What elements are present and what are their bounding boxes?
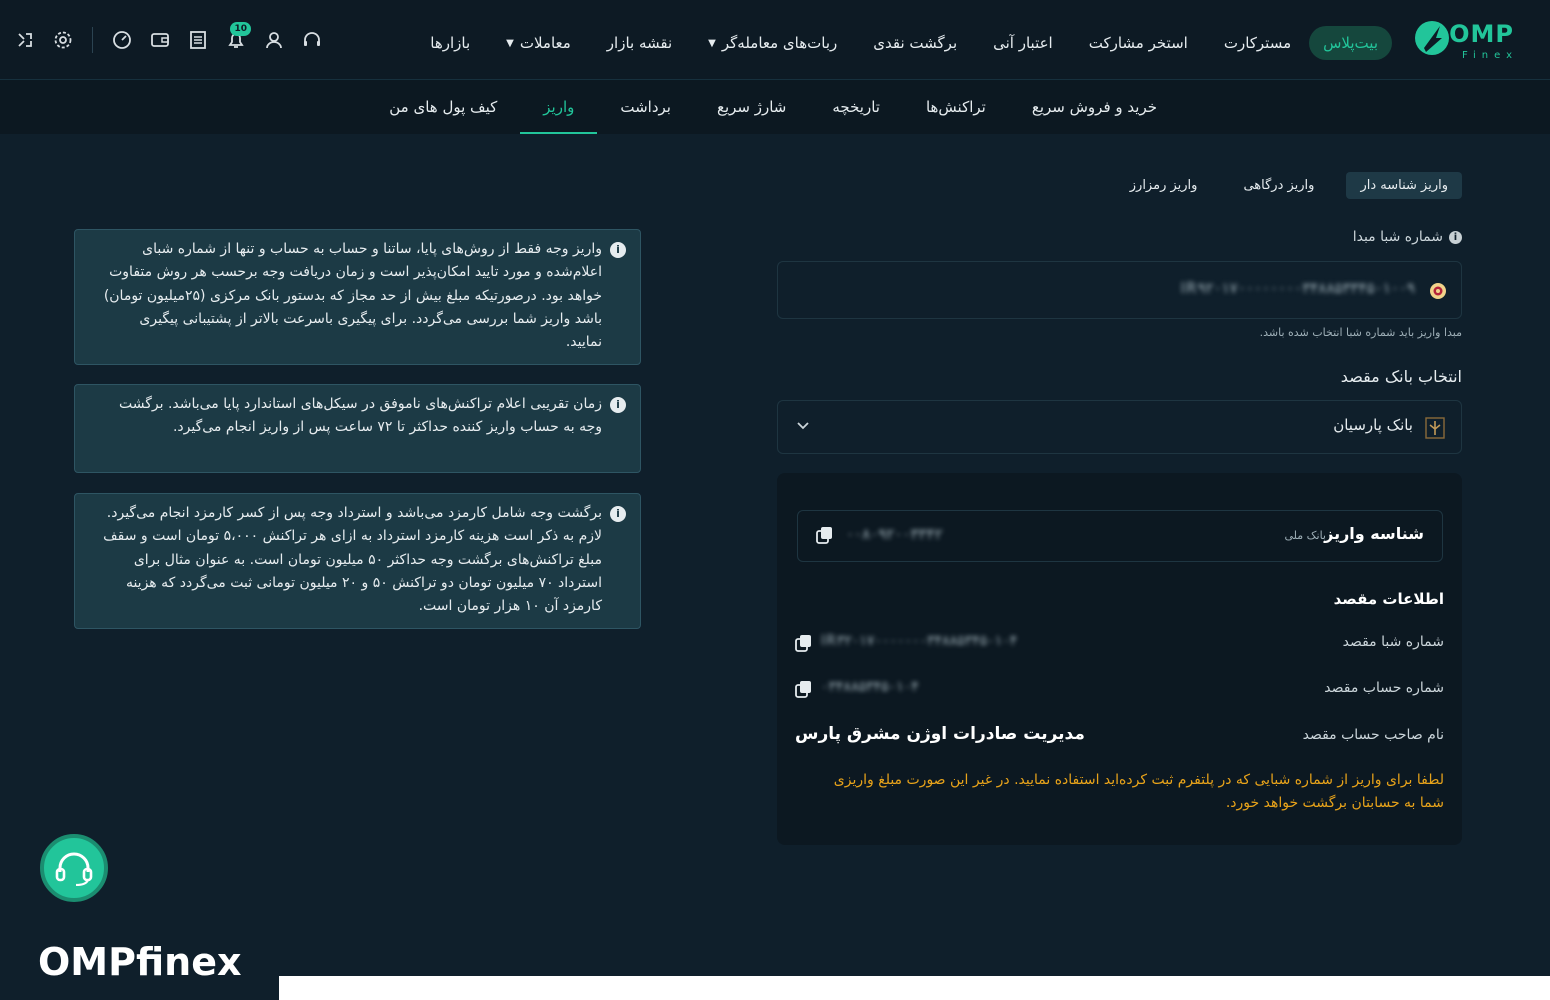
notification-bell-icon[interactable]: 10 (217, 22, 255, 56)
parsian-bank-icon (1425, 417, 1445, 439)
notification-badge: 10 (230, 22, 251, 36)
sub-nav: کیف پول های من واریز برداشت شارژ سریع تاریخچ… (0, 80, 1550, 134)
main-nav-item[interactable]: معاملات ▼ (488, 34, 589, 52)
deposit-id-box: شناسه واریز بانک ملی ۰۰۸۰۹۲۰۰۳۳۴۲ (797, 510, 1443, 562)
source-hint: مبدا واریز باید شماره شبا انتخاب شده باش… (1259, 326, 1462, 339)
dest-bank-value: بانک پارسیان (1333, 416, 1413, 434)
deposit-method-tab[interactable]: واریز درگاهی (1229, 172, 1328, 199)
main-nav-item[interactable]: اعتبار آنی (975, 34, 1071, 52)
bottom-white-bar (279, 976, 1550, 1000)
headset-support-icon[interactable] (293, 24, 331, 56)
source-sheba-select[interactable]: IR۹۲۰۱۷۰۰۰۰۰۰۰۰۳۴۸۸۵۳۳۴۵۰۱۰۰۹ (777, 261, 1462, 319)
main-nav-label: مسترکارت (1223, 34, 1292, 52)
source-sheba-label: شماره شبا مبدا (1352, 229, 1443, 245)
main-nav-label: معاملات (519, 34, 571, 52)
deposit-id-card: شناسه واریز بانک ملی ۰۰۸۰۹۲۰۰۳۳۴۲ اطلاعا… (777, 473, 1462, 845)
main-nav-label: اعتبار آنی (993, 34, 1053, 52)
sub-tab[interactable]: شارژ سریع (694, 80, 809, 134)
notice-text: برگشت وجه شامل کارمزد می‌باشد و استرداد … (103, 505, 602, 615)
brand-watermark: OMPfinex (38, 940, 241, 984)
dest-sheba-label: شماره شبا مقصد (1342, 634, 1444, 650)
dest-bank-label: انتخاب بانک مقصد (1340, 367, 1462, 386)
headset-icon (55, 852, 93, 886)
sub-tabs: کیف پول های من واریز برداشت شارژ سریع تاریخچ… (366, 80, 1180, 134)
dest-account-value: ۰۳۴۸۸۵۳۴۵۰۱۰۴ (821, 679, 919, 695)
copy-icon[interactable] (795, 634, 813, 652)
deposit-id-value: ۰۰۸۰۹۲۰۰۳۳۴۲ (846, 525, 943, 543)
notice-text: زمان تقریبی اعلام تراکنش‌های ناموفق در س… (118, 396, 602, 436)
dest-account-label: شماره حساب مقصد (1324, 680, 1444, 696)
warning-text: لطفا برای واریز از شماره شبایی که در پلت… (833, 772, 1444, 811)
header-icons: 10 (6, 22, 331, 56)
notice-box: i برگشت وجه شامل کارمزد می‌باشد و استردا… (74, 493, 641, 629)
main-nav-label: استخر مشارکت (1088, 34, 1188, 52)
main-nav-label: ربات‌های معامله‌گر (721, 34, 838, 52)
dest-sheba-value: IR۳۲۰۱۷۰۰۰۰۰۰۰۳۴۸۸۵۳۴۵۰۱۰۴ (821, 633, 1018, 649)
info-icon: i (610, 506, 626, 522)
main-nav-item[interactable]: استخر مشارکت (1071, 34, 1206, 52)
main-nav-item[interactable]: ربات‌های معامله‌گر ▼ (690, 34, 855, 52)
main-nav: بازارها معاملات ▼ نقشه بازار ربات‌های معامله… (412, 26, 1398, 60)
deposit-method-tab[interactable]: واریز رمزارز (1116, 172, 1212, 199)
dest-owner-value: مدیریت صادرات اوژن مشرق پارس (795, 724, 1085, 744)
deposit-id-bank: بانک ملی (1284, 529, 1326, 542)
main-nav-label: بازارها (430, 34, 471, 52)
wallet-icon[interactable] (141, 24, 179, 56)
receipt-icon[interactable] (179, 24, 217, 56)
sub-tab[interactable]: برداشت (597, 80, 694, 134)
settings-gear-icon[interactable] (44, 24, 82, 56)
caret-down-icon: ▼ (506, 37, 514, 49)
notice-box: i زمان تقریبی اعلام تراکنش‌های ناموفق در… (74, 384, 641, 473)
logo-sub: Finex (1461, 50, 1518, 61)
deposit-method-tab[interactable]: واریز شناسه دار (1346, 172, 1462, 199)
sub-tab[interactable]: کیف پول های من (366, 80, 520, 134)
notice-box: i واریز وجه فقط از روش‌های پایا، ساتنا و… (74, 229, 641, 365)
main-nav-item[interactable]: بازارها (412, 34, 488, 52)
sub-tab[interactable]: تاریخچه (809, 80, 903, 134)
sub-tab[interactable]: واریز (520, 80, 598, 134)
deposit-methods: واریز رمزارز واریز درگاهی واریز شناسه دار (1116, 172, 1462, 199)
main-nav-item[interactable]: نقشه بازار (589, 34, 690, 52)
source-sheba-value: IR۹۲۰۱۷۰۰۰۰۰۰۰۰۳۴۸۸۵۳۳۴۵۰۱۰۰۹ (1180, 279, 1415, 297)
support-chat-button[interactable] (40, 834, 108, 902)
logo-text: OMP (1449, 20, 1514, 48)
top-bar: OMP Finex بازارها معاملات ▼ نقشه بازار ربات‌… (0, 0, 1550, 80)
main-nav-label: نقشه بازار (606, 34, 673, 52)
sub-tab[interactable]: خرید و فروش سریع (1009, 80, 1180, 134)
dest-owner-label: نام صاحب حساب مقصد (1302, 727, 1444, 743)
copy-icon[interactable] (816, 526, 834, 544)
omp-logo[interactable]: OMP Finex (1412, 14, 1532, 66)
dest-bank-select[interactable]: بانک پارسیان (777, 400, 1462, 454)
brand-watermark-text: OMPfinex (38, 940, 242, 984)
info-icon[interactable]: i (1449, 230, 1462, 244)
grid-apps-icon[interactable] (6, 24, 44, 56)
info-icon: i (610, 397, 626, 413)
sub-tab[interactable]: تراکنش‌ها (903, 80, 1009, 134)
chevron-down-icon (797, 422, 809, 430)
deposit-id-label: شناسه واریز (1324, 524, 1424, 543)
info-icon: i (610, 242, 626, 258)
bank-logo-icon (1430, 283, 1446, 299)
user-profile-icon[interactable] (255, 24, 293, 56)
main-nav-label: بیت‌پلاس (1323, 34, 1378, 52)
divider (92, 27, 93, 53)
dest-info-title: اطلاعات مقصد (1333, 590, 1444, 608)
speedometer-icon[interactable] (103, 24, 141, 56)
logo-mark-icon (1415, 21, 1449, 55)
copy-icon[interactable] (795, 680, 813, 698)
notice-text: واریز وجه فقط از روش‌های پایا، ساتنا و ح… (103, 241, 602, 351)
main-nav-label: برگشت نقدی (873, 34, 958, 52)
main-nav-item[interactable]: برگشت نقدی (855, 34, 975, 52)
source-sheba-label-wrap: i شماره شبا مبدا (1353, 229, 1462, 245)
caret-down-icon: ▼ (708, 37, 716, 49)
main-nav-item[interactable]: بیت‌پلاس (1309, 26, 1392, 60)
main-nav-item[interactable]: مسترکارت (1206, 34, 1309, 52)
